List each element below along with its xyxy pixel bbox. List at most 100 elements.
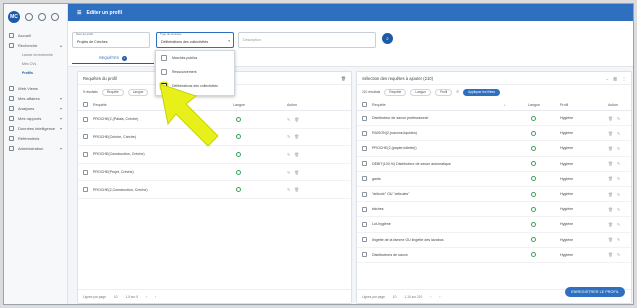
delete-icon[interactable]: 🗑 xyxy=(608,146,613,151)
description-field[interactable]: Description xyxy=(238,32,376,48)
table-row[interactable]: PROCHE(Projet, Crèche) ✎ 🗑 xyxy=(78,164,351,182)
dropdown-option-marches[interactable]: Marchés publics xyxy=(156,51,234,65)
edit-icon[interactable]: ✎ xyxy=(617,146,620,151)
sidebar-item-data[interactable]: Données intelligence ▾ xyxy=(4,123,67,133)
table-row[interactable]: bâches Hygiène 🗑 ✎ xyxy=(357,202,631,218)
menu-icon[interactable]: ☰ xyxy=(77,10,81,16)
edit-icon[interactable]: ✎ xyxy=(287,152,290,157)
minimize-icon[interactable]: – xyxy=(606,76,608,81)
sidebar-item-rapports[interactable]: Mes rapports ▾ xyxy=(4,113,67,123)
per-page-select[interactable]: 10 xyxy=(393,295,397,299)
sidebar-subitem-launch[interactable]: Lancer la recherche xyxy=(4,50,67,59)
bell-icon[interactable] xyxy=(25,13,33,21)
edit-icon[interactable]: ✎ xyxy=(617,131,620,136)
edit-icon[interactable]: ✎ xyxy=(287,117,290,122)
row-checkbox[interactable] xyxy=(362,237,367,243)
delete-icon[interactable]: 🗑 xyxy=(294,117,299,122)
select-all-checkbox[interactable] xyxy=(83,102,88,107)
columns-icon[interactable]: ▥ xyxy=(613,76,617,81)
next-page-icon[interactable]: › xyxy=(439,295,440,299)
option-checkbox[interactable] xyxy=(161,69,167,75)
save-profile-button[interactable]: ENREGISTRER LE PROFIL xyxy=(565,287,625,297)
select-all-checkbox[interactable] xyxy=(362,102,367,107)
row-checkbox[interactable] xyxy=(83,169,88,175)
delete-icon[interactable]: 🗑 xyxy=(608,252,613,257)
row-checkbox[interactable] xyxy=(362,161,367,167)
more-icon[interactable]: ⋮ xyxy=(622,76,626,81)
edit-icon[interactable]: ✎ xyxy=(617,176,620,181)
delete-icon[interactable]: 🗑 xyxy=(294,134,299,139)
edit-icon[interactable]: ✎ xyxy=(287,187,290,192)
sort-icon[interactable]: ↓ xyxy=(504,103,528,107)
row-checkbox[interactable] xyxy=(83,134,88,140)
table-row[interactable]: lingette de la famme OU lingette des lav… xyxy=(357,233,631,248)
prev-page-icon[interactable]: ‹ xyxy=(430,295,431,299)
edit-icon[interactable]: ✎ xyxy=(617,252,620,257)
delete-icon[interactable]: 🗑 xyxy=(608,222,613,227)
row-checkbox[interactable] xyxy=(362,130,367,136)
edit-icon[interactable]: ✎ xyxy=(287,134,290,139)
avatar[interactable]: MC xyxy=(8,11,20,23)
delete-icon[interactable]: 🗑 xyxy=(608,192,613,197)
edit-icon[interactable]: ✎ xyxy=(287,170,290,175)
row-checkbox[interactable] xyxy=(83,187,88,193)
sidebar-item-home[interactable]: Accueil xyxy=(4,30,67,40)
chip-query[interactable]: Requête xyxy=(384,88,407,96)
option-checkbox[interactable] xyxy=(161,55,167,61)
delete-icon[interactable]: 🗑 xyxy=(294,187,299,192)
chip-language[interactable]: Langue xyxy=(410,88,431,96)
row-checkbox[interactable] xyxy=(362,191,367,197)
delete-icon[interactable]: 🗑 xyxy=(294,152,299,157)
table-row[interactable]: "articule" OU "articules" Hygiène 🗑 ✎ xyxy=(357,187,631,203)
sidebar-subitem-cvs[interactable]: Mes CVs xyxy=(4,59,67,68)
row-checkbox[interactable] xyxy=(362,221,367,227)
edit-icon[interactable]: ✎ xyxy=(617,207,620,212)
delete-icon[interactable]: 🗑 xyxy=(341,76,346,81)
row-checkbox[interactable] xyxy=(362,206,367,212)
table-row[interactable]: gants Hygiène 🗑 ✎ xyxy=(357,172,631,187)
row-checkbox[interactable] xyxy=(362,252,367,258)
delete-icon[interactable]: 🗑 xyxy=(608,176,613,181)
table-row[interactable]: Distributeur de savon professionnel Hygiè… xyxy=(357,111,631,127)
delete-icon[interactable]: 🗑 xyxy=(608,131,613,136)
dropdown-option-ressourcement[interactable]: Ressourcement xyxy=(156,65,234,79)
delete-icon[interactable]: 🗑 xyxy=(608,207,613,212)
table-row[interactable]: RAISON(2,(savons,liquides) Hygiène 🗑 ✎ xyxy=(357,126,631,142)
gear-icon[interactable] xyxy=(38,13,46,21)
row-checkbox[interactable] xyxy=(362,115,367,121)
delete-icon[interactable]: 🗑 xyxy=(608,161,613,166)
apply-filters-button[interactable]: Appliquer les filtres xyxy=(463,88,501,96)
row-checkbox[interactable] xyxy=(83,151,88,157)
row-checkbox[interactable] xyxy=(362,145,367,151)
tab-requetes[interactable]: REQUÊTES 1 xyxy=(72,53,154,64)
row-checkbox[interactable] xyxy=(83,116,88,122)
next-page-icon[interactable]: › xyxy=(155,295,156,299)
table-row[interactable]: Distributeurs de savon Hygiène 🗑 ✎ xyxy=(357,248,631,263)
edit-icon[interactable]: ✎ xyxy=(617,192,620,197)
chip-language[interactable]: Langue xyxy=(127,88,149,96)
sidebar-item-search[interactable]: Recherche ▴ xyxy=(4,40,67,50)
grid-icon[interactable] xyxy=(51,13,59,21)
data-type-select[interactable]: Type de données Délibérations des collec… xyxy=(156,32,234,48)
delete-icon[interactable]: 🗑 xyxy=(294,170,299,175)
table-row[interactable]: PROCHE(2,(papier,toilette)) Hygiène 🗑 ✎ xyxy=(357,141,631,157)
prev-page-icon[interactable]: ‹ xyxy=(146,295,147,299)
edit-icon[interactable]: ✎ xyxy=(617,161,620,166)
sidebar-item-admin[interactable]: Administration ▾ xyxy=(4,143,67,153)
filter-icon[interactable]: ☰ xyxy=(456,90,459,94)
edit-icon[interactable]: ✎ xyxy=(617,237,620,242)
edit-icon[interactable]: ✎ xyxy=(617,116,620,121)
chip-profile[interactable]: Profil xyxy=(434,88,453,96)
per-page-select[interactable]: 10 xyxy=(114,295,118,299)
sidebar-subitem-profiles[interactable]: Profils xyxy=(4,68,67,77)
row-checkbox[interactable] xyxy=(362,176,367,182)
profile-name-field[interactable]: Nom du profil Projets de Crèches xyxy=(72,32,150,48)
sidebar-item-analyses[interactable]: Analyses ▾ xyxy=(4,103,67,113)
chip-query[interactable]: Requête xyxy=(101,88,124,96)
sidebar-item-referentiels[interactable]: Référentiels xyxy=(4,133,67,143)
delete-icon[interactable]: 🗑 xyxy=(608,237,613,242)
search-button[interactable]: ⌕ xyxy=(382,33,393,44)
table-row[interactable]: DÉBIT(100,%) Distributeur de savon autom… xyxy=(357,157,631,172)
edit-icon[interactable]: ✎ xyxy=(617,222,620,227)
sidebar-item-web-views[interactable]: Web Views xyxy=(4,83,67,93)
